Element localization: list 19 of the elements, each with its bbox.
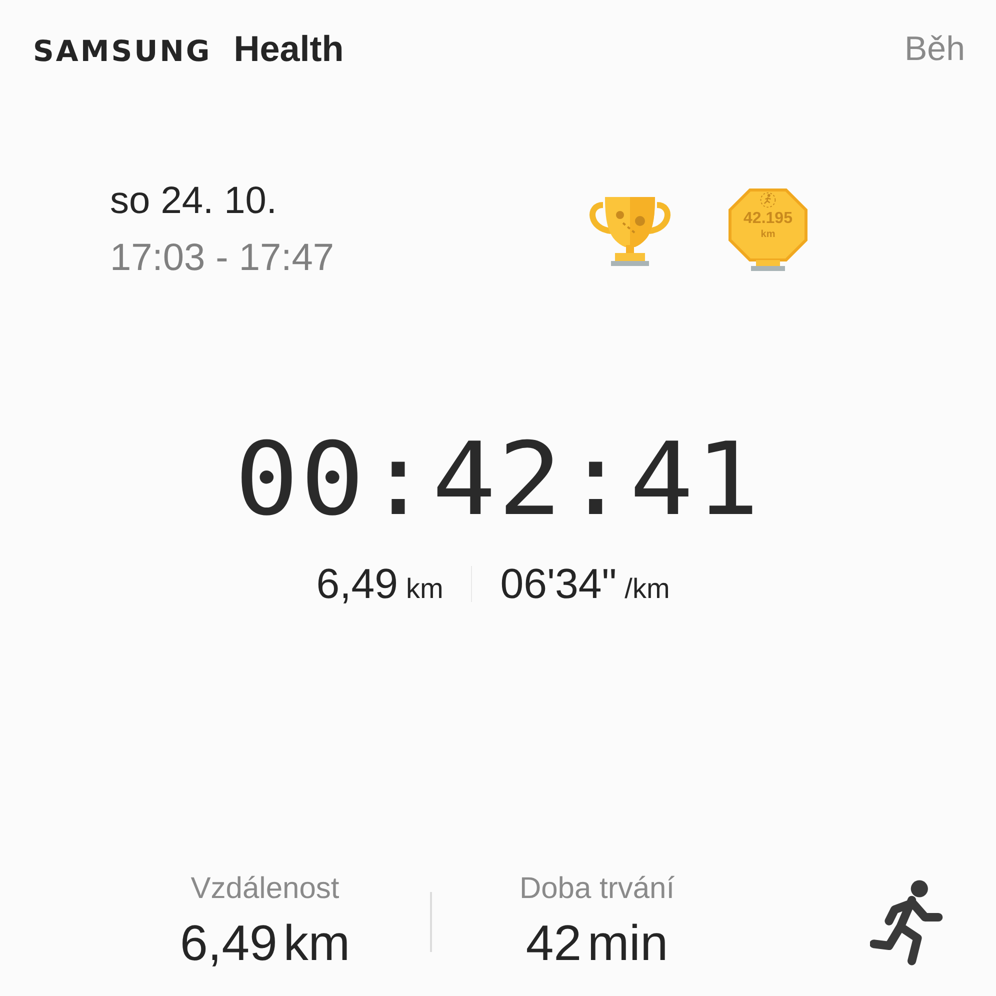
app-title: Health	[234, 28, 344, 70]
elapsed-timer: 00:42:41	[234, 423, 762, 537]
stat-label: Vzdálenost	[190, 872, 340, 906]
medal-unit: km	[760, 229, 776, 240]
stat-value: 6,49	[180, 914, 278, 972]
stat-unit: min	[588, 914, 668, 972]
stat-value: 42	[526, 914, 582, 972]
pace-unit: /km	[624, 573, 670, 605]
runner-wreath-icon	[759, 191, 777, 209]
distance-value: 6,49	[316, 560, 398, 608]
stat-unit: km	[283, 914, 350, 972]
brand-logo: SAMSUNG	[33, 34, 212, 68]
time-range: 17:03 - 17:47	[110, 237, 335, 280]
medal-distance: 42.195	[744, 209, 792, 229]
distance-unit: km	[406, 573, 444, 605]
activity-type: Běh	[904, 30, 965, 68]
stat-label: Doba trvání	[519, 872, 675, 906]
session-date: so 24. 10.	[110, 180, 278, 223]
pace-value: 06'34"	[500, 560, 617, 608]
